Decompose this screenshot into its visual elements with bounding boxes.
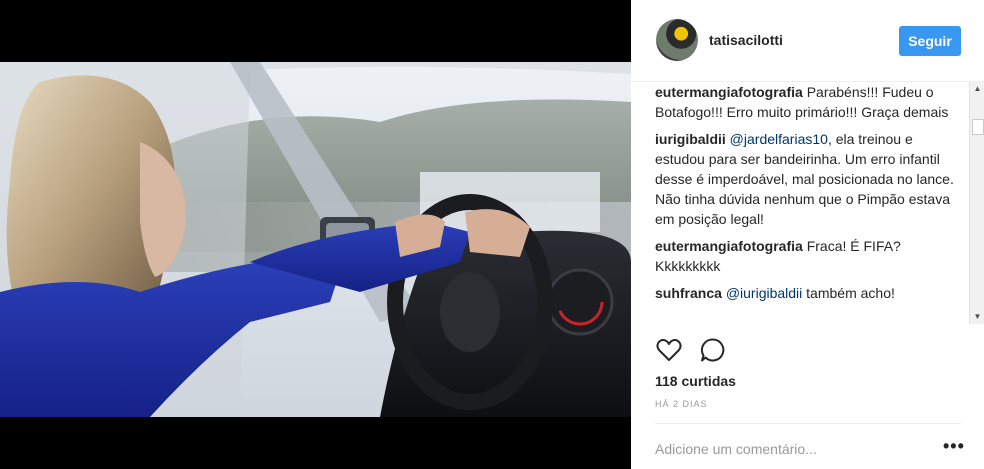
more-options-icon[interactable]: ••• [943, 436, 965, 457]
comment-author[interactable]: suhfranca [655, 285, 722, 301]
post-details-panel: tatisacilotti Seguir eutermangiafotograf… [631, 0, 984, 469]
scroll-up-icon[interactable]: ▲ [970, 82, 984, 96]
comments-scrollbar[interactable]: ▲ ▼ [969, 82, 984, 324]
post-header: tatisacilotti Seguir [631, 0, 984, 82]
divider [655, 423, 961, 424]
comment-mention[interactable]: @jardelfarias10 [730, 131, 828, 147]
comment-mention[interactable]: @iurigibaldii [726, 285, 802, 301]
scroll-down-icon[interactable]: ▼ [970, 310, 984, 324]
post-photo [0, 62, 631, 417]
scrollbar-thumb[interactable] [972, 119, 984, 135]
photo-illustration [0, 62, 631, 417]
post-media [0, 0, 631, 469]
comment-item: suhfranca @iurigibaldii também acho! [655, 283, 965, 303]
comments-list: eutermangiafotografia Parabéns!!! Fudeu … [655, 82, 965, 324]
comment-item: eutermangiafotografia Parabéns!!! Fudeu … [655, 82, 965, 122]
comment-author[interactable]: eutermangiafotografia [655, 84, 803, 100]
comment-author[interactable]: iurigibaldii [655, 131, 726, 147]
speech-bubble-icon[interactable] [699, 336, 727, 364]
post-timestamp: HÁ 2 DIAS [655, 399, 708, 409]
comment-item: eutermangiafotografia Fraca! É FIFA? Kkk… [655, 236, 965, 276]
avatar[interactable] [656, 19, 698, 61]
comment-item: iurigibaldii @jardelfarias10, ela treino… [655, 129, 965, 229]
follow-button[interactable]: Seguir [899, 26, 961, 56]
add-comment-input[interactable] [655, 440, 935, 458]
comment-author[interactable]: eutermangiafotografia [655, 238, 803, 254]
post-username[interactable]: tatisacilotti [709, 32, 783, 48]
heart-icon[interactable] [655, 336, 683, 364]
comment-text: também acho! [806, 285, 895, 301]
likes-count[interactable]: 118 curtidas [655, 373, 736, 389]
